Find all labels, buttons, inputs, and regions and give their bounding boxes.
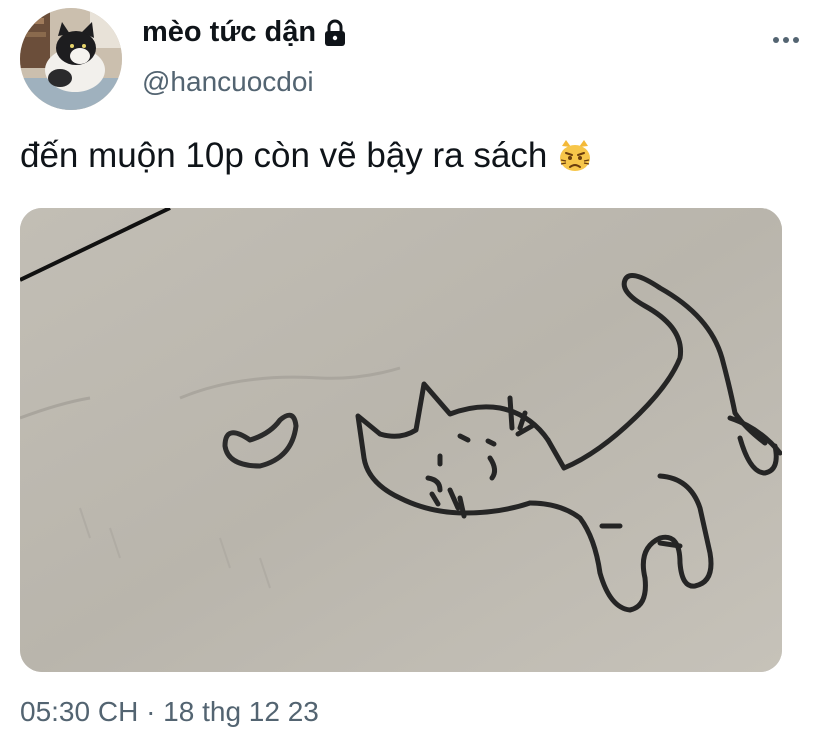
tweet-timestamp[interactable]: 05:30 CH · 18 thg 12 23	[20, 696, 319, 728]
tweet-media[interactable]	[20, 208, 782, 672]
user-handle[interactable]: @hancuocdoi	[142, 66, 314, 98]
lock-icon	[325, 19, 346, 46]
cat-doodle-photo-icon	[20, 208, 782, 672]
tweet-card: mèo tức dận @hancuocdoi đến muộn 10p còn…	[0, 0, 828, 750]
display-name[interactable]: mèo tức dận	[142, 16, 316, 49]
author-name-row: mèo tức dận	[142, 16, 348, 49]
cat-photo-avatar-icon	[20, 8, 122, 110]
pouting-cat-emoji-icon	[560, 140, 591, 171]
more-options-icon	[773, 37, 799, 43]
more-options-button[interactable]	[768, 22, 804, 58]
avatar[interactable]	[20, 8, 122, 110]
tweet-text-content: đến muộn 10p còn vẽ bậy ra sách	[20, 136, 548, 175]
tweet-text: đến muộn 10p còn vẽ bậy ra sách	[20, 136, 593, 176]
